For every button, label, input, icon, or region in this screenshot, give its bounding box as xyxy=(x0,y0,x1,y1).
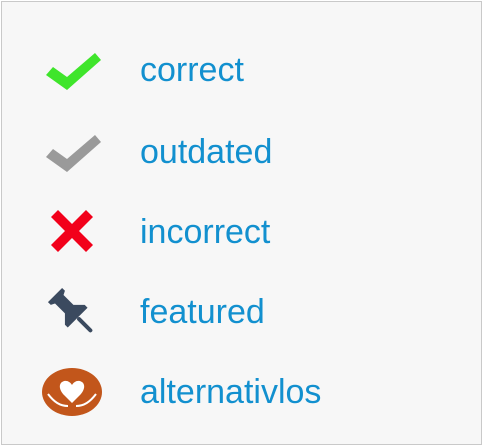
check-icon-shape xyxy=(46,53,101,90)
cross-icon xyxy=(51,210,93,252)
legend-label-featured: featured xyxy=(140,293,265,331)
legend-item-correct: correct xyxy=(2,30,481,110)
hands-heart-icon-shape xyxy=(42,368,102,416)
check-icon-shape xyxy=(46,135,101,172)
cross-icon-shape xyxy=(51,210,93,252)
check-icon xyxy=(46,135,101,172)
legend-item-alternativlos: alternativlos xyxy=(2,352,481,432)
legend: correct outdated incorrect featured alte… xyxy=(1,1,482,445)
legend-label-correct: correct xyxy=(140,51,244,89)
pushpin-icon-shape xyxy=(47,287,93,333)
legend-item-incorrect: incorrect xyxy=(2,192,481,272)
legend-label-alternativlos: alternativlos xyxy=(140,373,322,411)
pushpin-icon xyxy=(47,287,93,333)
legend-label-outdated: outdated xyxy=(140,133,273,171)
hands-heart-icon xyxy=(42,368,102,416)
legend-item-featured: featured xyxy=(2,272,481,352)
legend-item-outdated: outdated xyxy=(2,112,481,192)
legend-label-incorrect: incorrect xyxy=(140,213,271,251)
check-icon xyxy=(46,53,101,90)
